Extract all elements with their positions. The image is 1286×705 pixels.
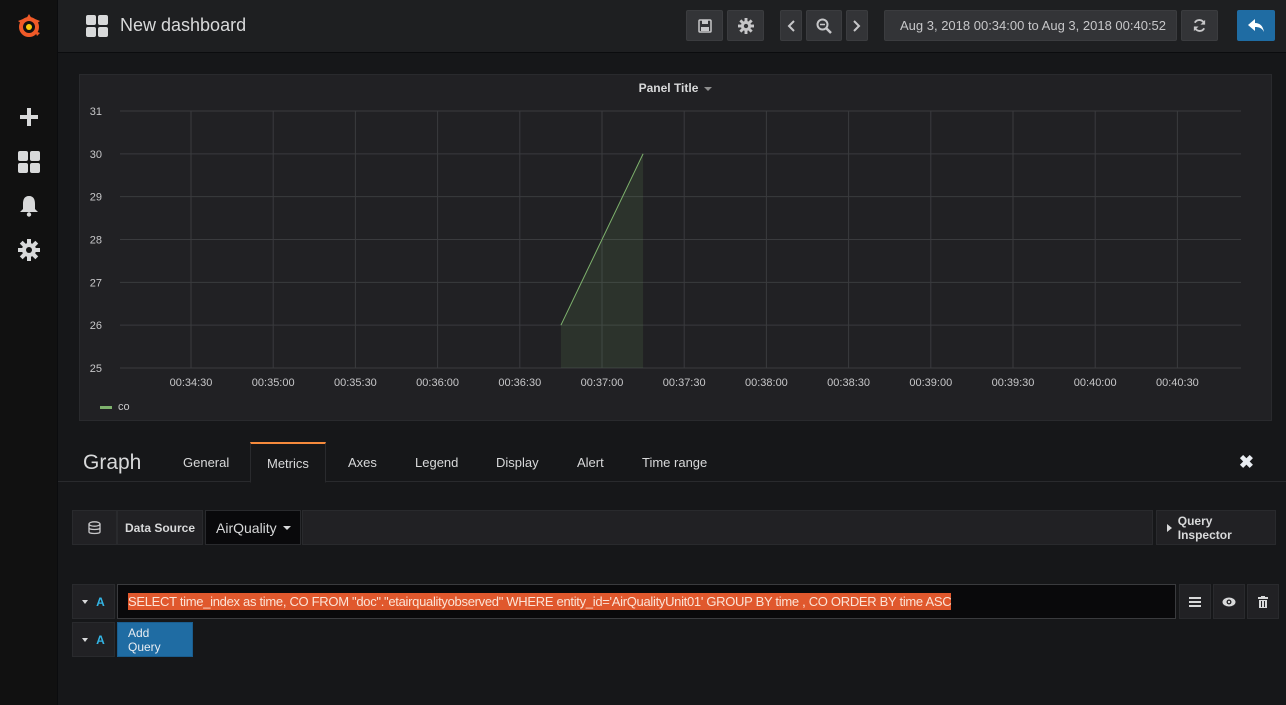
grafana-logo-icon[interactable] (0, 6, 58, 46)
time-range-label: Aug 3, 2018 00:34:00 to Aug 3, 2018 00:4… (900, 18, 1167, 33)
x-tick-label: 00:39:30 (992, 377, 1035, 389)
close-editor-icon[interactable]: ✖ (1239, 452, 1254, 473)
caret-down-icon (282, 525, 291, 530)
query-sql-input[interactable]: SELECT time_index as time, CO FROM "doc"… (117, 584, 1176, 619)
x-tick-label: 00:38:00 (745, 377, 788, 389)
x-tick-label: 00:35:30 (334, 377, 377, 389)
datasource-row-filler (302, 510, 1153, 545)
add-query-ref-id: A (96, 632, 105, 647)
x-tick-label: 00:37:00 (581, 377, 624, 389)
refresh-button[interactable] (1181, 10, 1218, 41)
graph-legend[interactable]: co (100, 401, 130, 413)
caret-down-icon (82, 599, 89, 604)
legend-series-color[interactable] (100, 405, 112, 409)
x-tick-label: 00:34:30 (170, 377, 213, 389)
zoom-out-icon (816, 18, 832, 34)
alerting-bell-icon[interactable] (0, 186, 58, 226)
y-tick-label: 29 (90, 192, 102, 204)
y-tick-label: 26 (90, 320, 102, 332)
x-tick-label: 00:39:00 (909, 377, 952, 389)
time-shift-back-button[interactable] (780, 10, 802, 41)
y-tick-label: 30 (90, 149, 102, 161)
configuration-gear-icon[interactable] (0, 230, 58, 270)
side-menu (0, 0, 58, 705)
query-collapse-toggle[interactable]: A (72, 584, 115, 619)
datasource-select[interactable]: AirQuality (205, 510, 301, 545)
graph-panel: 31 30 29 28 27 26 25 00:34:30 00:35:00 00:35:30 00… (79, 74, 1272, 421)
graph-chart: 31 30 29 28 27 26 25 00:34:30 00:35:00 00:35:30 00… (90, 106, 1241, 389)
query-sql-text: SELECT time_index as time, CO FROM "doc"… (128, 593, 952, 610)
trash-icon (1258, 595, 1268, 608)
tab-general[interactable]: General (167, 442, 245, 482)
database-icon (72, 510, 117, 545)
caret-down-icon (704, 86, 713, 91)
create-plus-icon[interactable] (0, 97, 58, 137)
query-delete-button[interactable] (1247, 584, 1279, 619)
y-tick-label: 25 (90, 363, 102, 375)
y-tick-label: 31 (90, 106, 102, 118)
chevron-left-icon (787, 19, 795, 32)
add-query-button[interactable]: Add Query (117, 622, 193, 657)
reply-arrow-icon (1247, 18, 1264, 32)
panel-title: Panel Title (638, 81, 699, 95)
zoom-out-button[interactable] (806, 10, 842, 41)
dashboards-icon[interactable] (0, 142, 58, 182)
tab-time-range[interactable]: Time range (626, 442, 723, 482)
time-range-picker[interactable]: Aug 3, 2018 00:34:00 to Aug 3, 2018 00:4… (884, 10, 1177, 41)
chevron-right-icon (853, 19, 861, 32)
hamburger-menu-icon (1189, 596, 1201, 607)
settings-gear-icon (737, 17, 754, 34)
tab-axes[interactable]: Axes (332, 442, 393, 482)
x-tick-label: 00:36:00 (416, 377, 459, 389)
query-ref-id: A (96, 594, 105, 609)
dashboard-title[interactable]: New dashboard (120, 15, 246, 36)
x-tick-label: 00:36:30 (498, 377, 541, 389)
y-tick-label: 28 (90, 235, 102, 247)
x-tick-label: 00:40:00 (1074, 377, 1117, 389)
datasource-label: Data Source (117, 510, 203, 545)
tab-alert[interactable]: Alert (561, 442, 620, 482)
y-tick-label: 27 (90, 277, 102, 289)
time-shift-forward-button[interactable] (846, 10, 868, 41)
save-dashboard-button[interactable] (686, 10, 723, 41)
dashboard-navbar: New dashboard Aug 3, 2018 00:34:00 to Au… (58, 0, 1286, 53)
editor-panel-type: Graph (83, 451, 142, 474)
dashboard-grid-icon (86, 15, 108, 42)
save-icon (697, 18, 712, 33)
eye-icon (1222, 597, 1236, 606)
x-tick-label: 00:40:30 (1156, 377, 1199, 389)
caret-right-icon (1167, 523, 1172, 532)
refresh-icon (1193, 19, 1206, 32)
legend-series-label[interactable]: co (118, 401, 130, 413)
query-toggle-visibility-button[interactable] (1213, 584, 1245, 619)
x-tick-label: 00:35:00 (252, 377, 295, 389)
tab-display[interactable]: Display (480, 442, 555, 482)
tab-legend[interactable]: Legend (399, 442, 474, 482)
dashboard-settings-button[interactable] (727, 10, 764, 41)
x-tick-label: 00:37:30 (663, 377, 706, 389)
x-tick-label: 00:38:30 (827, 377, 870, 389)
query-inspector-button[interactable]: Query Inspector (1156, 510, 1276, 545)
panel-editor-header: Graph General Metrics Axes Legend Displa… (58, 442, 1286, 483)
datasource-value: AirQuality (216, 519, 277, 536)
add-query-toggle[interactable]: A (72, 622, 115, 657)
caret-down-icon (82, 637, 89, 642)
panel-title-menu[interactable]: Panel Title (80, 81, 1271, 95)
query-inspector-label: Query Inspector (1177, 513, 1232, 542)
tab-metrics[interactable]: Metrics (250, 442, 326, 483)
back-to-dashboard-button[interactable] (1237, 10, 1275, 41)
query-menu-button[interactable] (1179, 584, 1211, 619)
